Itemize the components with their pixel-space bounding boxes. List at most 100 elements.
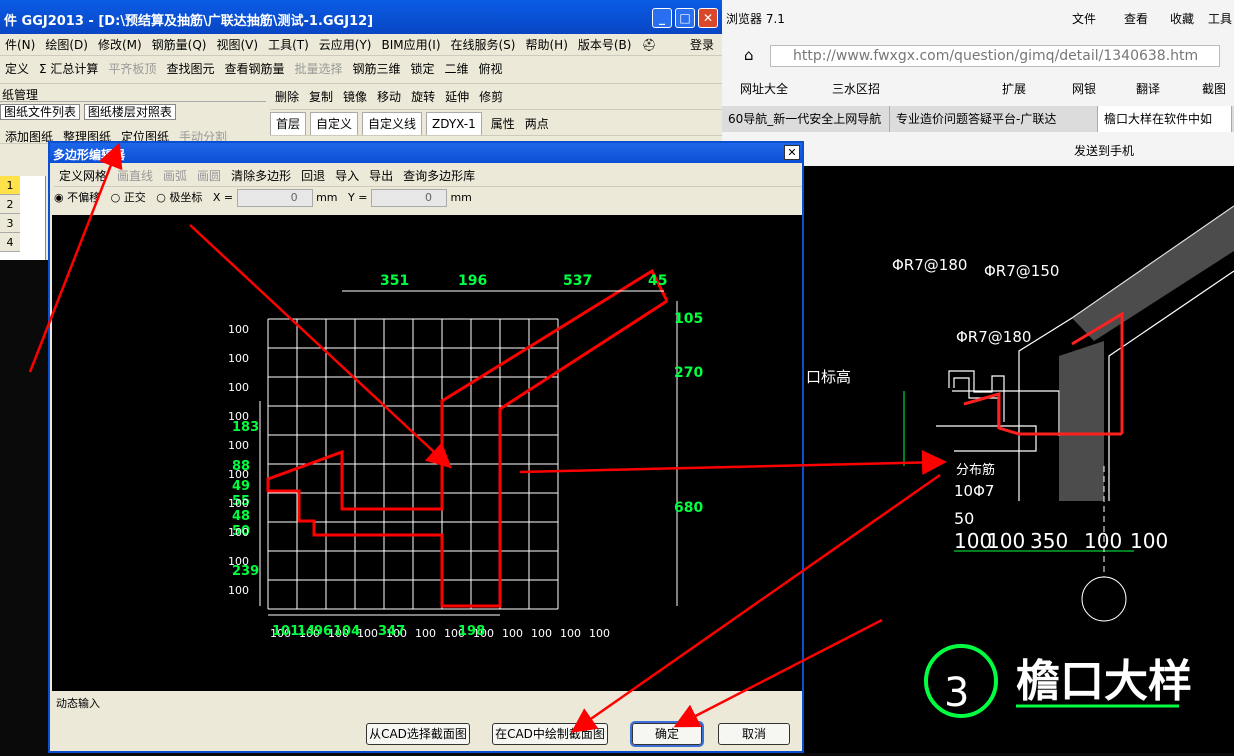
- dim-label: 50: [954, 509, 974, 528]
- login-link[interactable]: 登录: [685, 34, 722, 55]
- browser-tab[interactable]: 专业造价问题答疑平台-广联达: [890, 106, 1098, 132]
- mode-label: 不偏移: [67, 191, 101, 204]
- menu-version[interactable]: 版本号(B): [573, 34, 637, 55]
- browser-menu-view[interactable]: 查看: [1124, 10, 1148, 27]
- type-select[interactable]: 自定义: [310, 112, 359, 135]
- dim-label-bottom: 104: [333, 624, 360, 639]
- polygon-canvas[interactable]: 351 196 537 45 105 270 680 183 88 49 55 48 50 239 100 1…: [52, 215, 802, 691]
- view-2d-select[interactable]: 二维: [440, 58, 474, 80]
- roof-hatch: [1072, 206, 1234, 341]
- tab-drawing-list[interactable]: 图纸文件列表: [0, 104, 81, 120]
- menu-view[interactable]: 视图(V): [211, 34, 263, 55]
- dim-label-top: 351: [380, 273, 409, 289]
- browser-tab[interactable]: 60导航_新一代安全上网导航: [722, 106, 890, 132]
- draw-line-button[interactable]: 画直线: [112, 165, 158, 186]
- minimize-icon[interactable]: _: [652, 8, 672, 28]
- sum-calc-button[interactable]: Σ 汇总计算: [34, 58, 103, 80]
- draw-circle-button[interactable]: 画圆: [192, 165, 226, 186]
- grid-drawing: 351 196 537 4510527068018388495548502391001…: [228, 268, 703, 640]
- favorites-bar: 网址大全 三水区招 扩展 网银 翻译 截图: [722, 76, 1234, 100]
- cancel-button[interactable]: 取消: [718, 723, 790, 745]
- browser-menu-tools[interactable]: 工具: [1208, 10, 1232, 27]
- properties-button[interactable]: 属性: [486, 113, 520, 135]
- mode-no-offset-radio[interactable]: ◉ 不偏移: [54, 191, 100, 204]
- menu-file[interactable]: 件(N): [0, 34, 40, 55]
- query-library-button[interactable]: 查询多边形库: [398, 165, 480, 186]
- helmet-icon: ⛑: [641, 38, 657, 52]
- delete-button[interactable]: 删除: [270, 86, 304, 108]
- fav-bank[interactable]: 网银: [1072, 80, 1096, 97]
- fav-extend[interactable]: 扩展: [1002, 80, 1026, 97]
- dim-label-top: 45: [648, 273, 667, 289]
- fav-sites[interactable]: 网址大全: [740, 80, 788, 97]
- y-input[interactable]: 0: [370, 189, 447, 207]
- define-button[interactable]: 定义: [0, 58, 34, 80]
- view-rebar-button[interactable]: 查看钢筋量: [219, 58, 289, 80]
- trim-button[interactable]: 修剪: [474, 86, 508, 108]
- line-select[interactable]: 自定义线: [362, 112, 423, 135]
- fav-translate[interactable]: 翻译: [1136, 80, 1160, 97]
- panel-title: 纸管理: [0, 86, 266, 102]
- draw-arc-button[interactable]: 画弧: [158, 165, 192, 186]
- define-grid-button[interactable]: 定义网格: [54, 165, 112, 186]
- browser-tab-active[interactable]: 檐口大样在软件中如: [1098, 106, 1232, 132]
- axis-circle: [1081, 576, 1127, 622]
- grid-label-bottom: 100: [560, 627, 581, 640]
- browser-tabs: 60导航_新一代安全上网导航 专业造价问题答疑平台-广联达 檐口大样在软件中如: [722, 106, 1234, 132]
- tab-floor-map[interactable]: 图纸楼层对照表: [83, 104, 176, 120]
- menu-tools[interactable]: 工具(T): [263, 34, 314, 55]
- mode-label: 正交: [123, 191, 146, 204]
- select-from-cad-button[interactable]: 从CAD选择截面图: [366, 723, 470, 745]
- url-input[interactable]: http://www.fwxgx.com/question/gimq/detai…: [770, 45, 1220, 67]
- send-to-phone-button[interactable]: 发送到手机: [1074, 142, 1134, 159]
- rotate-button[interactable]: 旋转: [406, 86, 440, 108]
- row-number[interactable]: 1: [0, 176, 20, 195]
- x-input[interactable]: 0: [236, 189, 313, 207]
- menu-online[interactable]: 在线服务(S): [446, 34, 521, 55]
- import-button[interactable]: 导入: [330, 165, 364, 186]
- mirror-button[interactable]: 镜像: [338, 86, 372, 108]
- draw-in-cad-button[interactable]: 在CAD中绘制截面图: [492, 723, 608, 745]
- dialog-close-icon[interactable]: ✕: [784, 145, 800, 160]
- move-button[interactable]: 移动: [372, 86, 406, 108]
- dim-label-right: 680: [674, 500, 703, 516]
- menu-cloud[interactable]: 云应用(Y): [314, 34, 377, 55]
- menu-rebar[interactable]: 钢筋量(Q): [147, 34, 212, 55]
- mode-polar-radio[interactable]: ○ 极坐标: [156, 191, 202, 204]
- code-select[interactable]: ZDYX-1: [426, 112, 482, 135]
- menu-help[interactable]: 帮助(H): [520, 34, 572, 55]
- close-icon[interactable]: ✕: [698, 8, 718, 28]
- two-point-button[interactable]: 两点: [520, 113, 554, 135]
- rebar-label-2: ΦR7@150: [984, 262, 1059, 280]
- lock-button[interactable]: 锁定: [406, 58, 440, 80]
- floor-select[interactable]: 首层: [270, 112, 307, 135]
- row-number[interactable]: 4: [0, 233, 20, 252]
- eave-outline: [948, 370, 1005, 422]
- menu-draw[interactable]: 绘图(D): [40, 34, 93, 55]
- mode-ortho-radio[interactable]: ○ 正交: [111, 191, 146, 204]
- fav-sanshui[interactable]: 三水区招: [832, 80, 880, 97]
- flush-slab-button[interactable]: 平齐板顶: [103, 58, 161, 80]
- menu-modify[interactable]: 修改(M): [93, 34, 147, 55]
- browser-menu-fav[interactable]: 收藏: [1170, 10, 1194, 27]
- rebar-3d-button[interactable]: 钢筋三维: [347, 58, 405, 80]
- cad-view: ΦR7@180 ΦR7@150 ΦR7@180 口标高 分布筋 10Φ7 50 …: [804, 166, 1234, 753]
- extend-button[interactable]: 延伸: [440, 86, 474, 108]
- copy-button[interactable]: 复制: [304, 86, 338, 108]
- dim-label: 100: [987, 529, 1025, 553]
- row-number[interactable]: 3: [0, 214, 20, 233]
- maximize-icon[interactable]: □: [675, 8, 695, 28]
- browser-menu-file[interactable]: 文件: [1072, 10, 1096, 27]
- fav-screenshot[interactable]: 截图: [1202, 80, 1226, 97]
- view-dir-select[interactable]: 俯视: [474, 58, 508, 80]
- find-element-button[interactable]: 查找图元: [161, 58, 219, 80]
- menu-bim[interactable]: BIM应用(I): [376, 34, 445, 55]
- row-number[interactable]: 2: [0, 195, 20, 214]
- batch-select-button[interactable]: 批量选择: [289, 58, 347, 80]
- ok-button[interactable]: 确定: [630, 721, 704, 747]
- home-icon[interactable]: ⌂: [744, 46, 754, 64]
- grid-label-left: 100: [228, 497, 249, 510]
- clear-polygon-button[interactable]: 清除多边形: [226, 165, 296, 186]
- export-button[interactable]: 导出: [364, 165, 398, 186]
- undo-button[interactable]: 回退: [296, 165, 330, 186]
